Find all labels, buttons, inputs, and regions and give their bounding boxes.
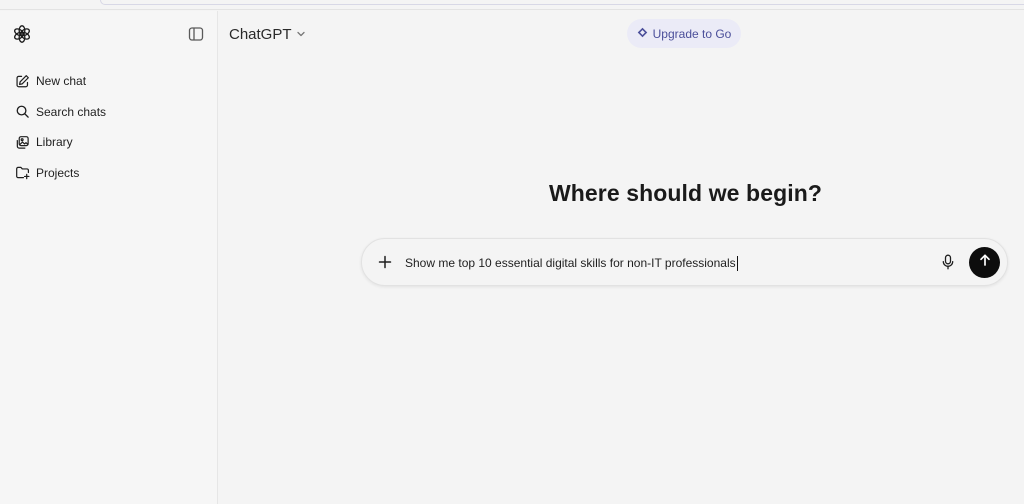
model-name: ChatGPT (229, 25, 292, 43)
model-picker[interactable]: ChatGPT (229, 23, 306, 45)
folder-plus-icon (14, 165, 30, 181)
sidebar-item-projects[interactable]: Projects (6, 158, 212, 188)
openai-logo-icon[interactable] (12, 24, 32, 44)
prompt-text: Show me top 10 essential digital skills … (405, 256, 736, 270)
sidebar-item-label: Search chats (36, 104, 107, 119)
prompt-input[interactable]: Show me top 10 essential digital skills … (405, 254, 925, 272)
arrow-up-icon (978, 253, 992, 272)
plus-icon[interactable] (376, 253, 394, 271)
sidebar-item-library[interactable]: Library (6, 127, 212, 157)
chevron-down-icon (296, 26, 306, 43)
sidebar-item-label: Library (36, 135, 73, 149)
diamond-icon (637, 27, 648, 41)
browser-top-strip (0, 0, 1024, 10)
browser-tab-edge (100, 0, 1024, 5)
sidebar-nav: New chat Search chats Library Projects (6, 66, 212, 188)
sidebar-header (0, 11, 217, 55)
sidebar-toggle-icon[interactable] (187, 25, 205, 43)
upgrade-button[interactable]: Upgrade to Go (627, 19, 741, 48)
sidebar-item-search-chats[interactable]: Search chats (6, 97, 212, 127)
upgrade-label: Upgrade to Go (652, 26, 732, 41)
images-icon (14, 134, 30, 150)
page-title: Where should we begin? (548, 180, 823, 206)
main-area: ChatGPT Upgrade to Go Where should we be… (219, 11, 1024, 504)
sidebar-item-label: New chat (36, 74, 87, 88)
send-button[interactable] (969, 247, 1000, 278)
text-caret (736, 255, 738, 271)
search-icon (14, 104, 30, 120)
microphone-icon[interactable] (939, 253, 957, 271)
sidebar-item-label: Projects (36, 165, 80, 180)
composer: Show me top 10 essential digital skills … (361, 238, 1008, 286)
sidebar: New chat Search chats Library Projects (0, 11, 218, 504)
sidebar-item-new-chat[interactable]: New chat (6, 66, 212, 96)
compose-icon (14, 73, 30, 89)
